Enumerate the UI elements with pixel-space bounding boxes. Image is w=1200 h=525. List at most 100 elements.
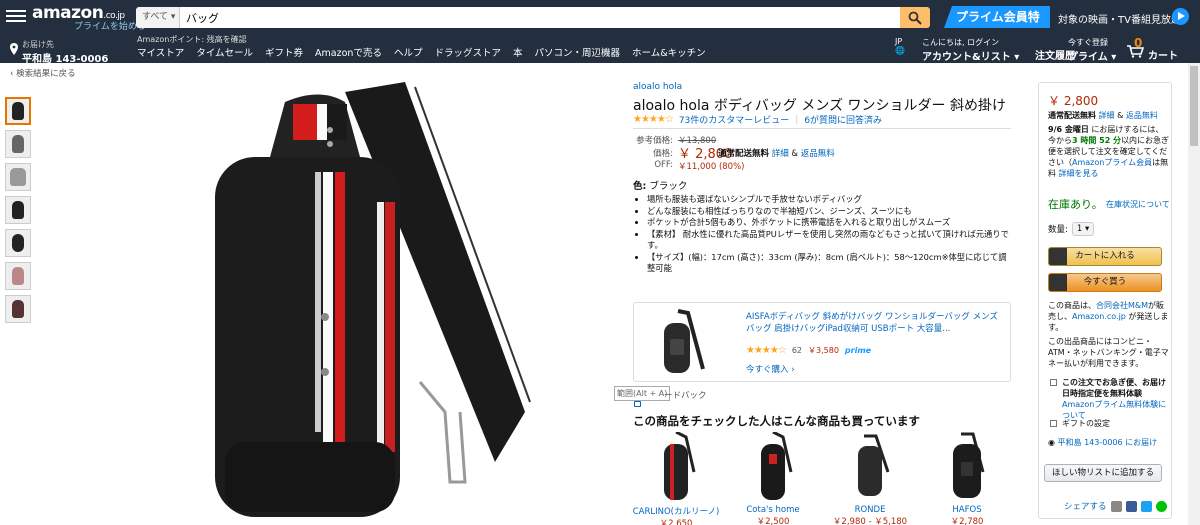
returns-link[interactable]: 返品無料 — [1126, 111, 1158, 120]
qa-link[interactable]: 6が質問に回答済み — [804, 113, 882, 126]
checkbox-icon[interactable] — [1050, 420, 1057, 427]
facebook-icon[interactable] — [1125, 500, 1137, 512]
also-bought-heading: この商品をチェックした人はこんな商品も買っています — [633, 414, 920, 428]
also-bought-item[interactable]: Cota's home ￥2,500 — [723, 432, 823, 525]
ref-price-label: 参考価格: — [636, 136, 673, 146]
checkbox-icon[interactable] — [1050, 379, 1057, 386]
nav-links: マイストア タイムセール ギフト券 Amazonで売る ヘルプ ドラッグストア … — [137, 45, 706, 59]
thumbnail-7[interactable] — [5, 295, 31, 323]
tooltip: 範囲(Alt + A) — [614, 386, 671, 401]
feature-bullet: ポケットが合計5個もあり、外ポケットに携帯電話を入れると取り出しがスムーズ — [647, 217, 1011, 229]
location-pin-icon: ◉ — [1048, 438, 1055, 447]
amazon-points[interactable]: Amazonポイント: 残高を確認 — [137, 34, 247, 45]
scrollbar-thumb[interactable] — [1190, 66, 1198, 146]
amazon-link[interactable]: Amazon.co.jp — [1072, 312, 1126, 321]
prime-nav[interactable]: 今すぐ登録 プライム ▾ — [1068, 37, 1116, 63]
play-icon — [1049, 274, 1067, 291]
stock-info-link[interactable]: 在庫状況について — [1106, 199, 1170, 210]
brand-link[interactable]: aloalo hola — [633, 82, 682, 92]
add-to-wishlist-button[interactable]: ほしい物リストに追加する — [1044, 464, 1162, 482]
feature-bullets: 場所も服装も選ばないシンプルで手放せないボディバッグ どんな服装にも相性ばっちり… — [633, 194, 1011, 275]
product-image[interactable] — [850, 432, 890, 502]
search-category-dropdown[interactable]: すべて ▾ — [136, 7, 180, 28]
feature-bullet: 【サイズ】(幅)：17cm (高さ)：33cm (厚み)：8cm (肩ベルト)：… — [647, 252, 1011, 275]
returns-link[interactable]: 返品無料 — [801, 149, 835, 159]
payment-info: この出品商品にはコンビニ・ATM・ネットバンキング・電子マネー払いが利用できます… — [1048, 337, 1169, 368]
thumbnail-6[interactable] — [5, 262, 31, 290]
search-button[interactable] — [900, 7, 930, 28]
quantity-row: 数量: 1 ▾ — [1048, 222, 1095, 236]
thumbnail-3[interactable] — [5, 163, 31, 191]
product-image[interactable] — [753, 432, 793, 502]
thumbnail-4[interactable] — [5, 196, 31, 224]
cart-label[interactable]: カート — [1148, 47, 1178, 62]
feature-bullet: 【素材】 耐水性に優れた高品質PUレザーを使用し突然の雨などもさっと拭いて頂けれ… — [647, 229, 1011, 252]
sponsored-product-image[interactable] — [648, 309, 710, 377]
product-title: aloalo hola ボディバッグ メンズ ワンショルダー 斜め掛け — [633, 98, 1006, 114]
divider — [633, 128, 1011, 129]
prime-benefits-text[interactable]: 対象の映画・TV番組見放題 — [1058, 11, 1181, 26]
cart-icon — [1049, 248, 1067, 265]
prime-link[interactable]: Amazonプライム会員 — [1072, 158, 1152, 167]
price-label: 価格: — [653, 149, 673, 159]
nav-gift-card[interactable]: ギフト券 — [265, 45, 303, 59]
also-bought-item[interactable]: CARLINO(カルリーノ) ￥2,650 — [626, 432, 726, 525]
prime-benefits-banner[interactable]: プライム会員特典 — [944, 6, 1050, 28]
nav-pc[interactable]: パソコン・周辺機器 — [535, 45, 621, 59]
nav-help[interactable]: ヘルプ — [394, 45, 423, 59]
nav-time-sale[interactable]: タイムセール — [196, 45, 253, 59]
back-to-results-link[interactable]: ‹ 検索結果に戻る — [10, 67, 76, 79]
twitter-icon[interactable] — [1140, 500, 1152, 512]
color-row: 色: ブラック — [633, 181, 688, 192]
play-icon[interactable] — [1172, 8, 1189, 25]
reviews-link[interactable]: 73件のカスタマーレビュー — [679, 113, 789, 126]
product-main-image[interactable] — [195, 82, 535, 522]
add-to-cart-button[interactable]: カートに入れる — [1048, 247, 1162, 266]
feedback-link[interactable]: ードバック — [664, 389, 707, 401]
buy-now-button[interactable]: 今すぐ買う — [1048, 273, 1162, 292]
seller-link[interactable]: 合同会社M&M — [1096, 301, 1148, 310]
nav-drugstore[interactable]: ドラッグストア — [434, 45, 501, 59]
feedback-icon[interactable] — [634, 401, 641, 407]
nav-home-kitchen[interactable]: ホーム&キッチン — [632, 45, 706, 59]
language-selector[interactable]: JP 🌐 — [895, 37, 905, 55]
delivery-address[interactable]: ◉ 平和島 143-0006 にお届け — [1048, 437, 1157, 448]
sponsored-product-title[interactable]: AISFAボディバッグ 斜めがけバッグ ワンショルダーバッグ メンズ バッグ 肩… — [746, 311, 1004, 335]
nav-books[interactable]: 本 — [513, 45, 523, 59]
also-bought-item[interactable]: HAFOS ￥2,780 — [917, 432, 1017, 525]
off-label: OFF: — [654, 160, 673, 170]
rating-row: ★★★★☆ 73件のカスタマーレビュー | 6が質問に回答済み — [633, 113, 883, 126]
delivery-date: 9/6 金曜日 にお届けするには、今から3 時間 52 分以内にお急ぎ便を選択し… — [1048, 125, 1170, 178]
nav-my-store[interactable]: マイストア — [137, 45, 184, 59]
search-input[interactable] — [180, 7, 900, 28]
cart-count: 0 — [1134, 36, 1143, 50]
nav-sell[interactable]: Amazonで売る — [315, 45, 382, 59]
account-lists[interactable]: こんにちは, ログイン アカウント&リスト ▾ — [922, 37, 1019, 63]
quantity-select[interactable]: 1 ▾ — [1071, 222, 1095, 236]
buy-now-link[interactable]: 今すぐ購入 › — [746, 363, 795, 375]
prime-badge: prime — [844, 346, 872, 355]
details-link[interactable]: 詳細 — [1099, 111, 1115, 120]
thumbnail-2[interactable] — [5, 130, 31, 158]
hamburger-menu-icon[interactable] — [6, 7, 26, 25]
product-image[interactable] — [656, 432, 696, 502]
details-link[interactable]: 詳細を見る — [1059, 169, 1099, 178]
sponsored-rating: ★★★★☆ 62 ￥3,580 prime — [746, 345, 872, 356]
stock-status: 在庫あり。 — [1048, 198, 1103, 211]
also-bought-item[interactable]: RONDE ￥2,980 - ￥5,180 — [820, 432, 920, 525]
details-link[interactable]: 詳細 — [772, 149, 789, 159]
email-icon[interactable] — [1110, 500, 1122, 512]
gift-checkbox[interactable]: ギフトの設定 — [1050, 418, 1168, 429]
thumbnail-5[interactable] — [5, 229, 31, 257]
sponsored-product-card[interactable]: AISFAボディバッグ 斜めがけバッグ ワンショルダーバッグ メンズ バッグ 肩… — [633, 302, 1011, 382]
line-icon[interactable] — [1155, 500, 1167, 512]
buybox-shipping: 通常配送無料 詳細 & 返品無料 — [1048, 111, 1158, 120]
prime-trial-checkbox[interactable]: この注文でお急ぎ便、お届け日時指定便を無料体験 Amazonプライム無料体験につ… — [1050, 377, 1168, 421]
off-value: ￥11,000 (80%) — [678, 162, 745, 172]
deliver-to[interactable]: お届け先 平和島 143-0006 — [8, 39, 108, 65]
globe-icon: 🌐 — [895, 46, 905, 55]
feature-bullet: どんな服装にも相性ばっちりなので半袖短パン、ジーンズ、スーツにも — [647, 206, 1011, 218]
rating-stars-icon[interactable]: ★★★★☆ — [633, 114, 674, 125]
product-image[interactable] — [947, 432, 987, 502]
thumbnail-1[interactable] — [5, 97, 31, 125]
